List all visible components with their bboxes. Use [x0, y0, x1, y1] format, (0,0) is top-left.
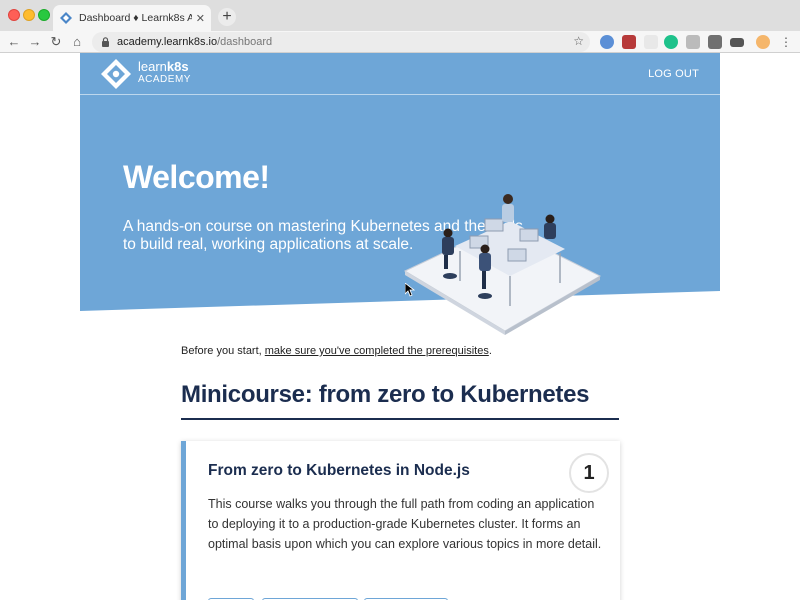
home-icon[interactable]: ⌂ [69, 34, 85, 50]
prerequisites-link[interactable]: make sure you've completed the prerequis… [265, 345, 489, 357]
logo-wordmark[interactable]: learnk8s ACADEMY [138, 59, 191, 86]
back-arrow-icon[interactable]: ← [6, 34, 22, 50]
forward-arrow-icon[interactable]: → [27, 34, 43, 50]
close-window-button[interactable] [8, 9, 20, 21]
address-bar[interactable]: academy.learnk8s.io/dashboard ☆ [92, 32, 590, 52]
reload-icon[interactable]: ↻ [48, 34, 64, 50]
kubernetes-favicon-icon [60, 12, 72, 24]
camera-extension-icon[interactable] [730, 38, 744, 47]
url-host: academy.learnk8s.io [117, 36, 218, 48]
browser-tab-bar: Dashboard ♦ Learnk8s Academ ✕ + [0, 0, 800, 31]
course-card[interactable]: From zero to Kubernetes in Node.js 1 Thi… [181, 441, 620, 600]
grid-extension-icon[interactable] [708, 35, 722, 49]
logo-subtitle: ACADEMY [138, 74, 191, 85]
extension-icon[interactable] [644, 35, 658, 49]
minimize-window-button[interactable] [23, 9, 35, 21]
site-header: learnk8s ACADEMY LOG OUT [80, 53, 720, 95]
browser-toolbar: ← → ↻ ⌂ academy.learnk8s.io/dashboard ☆ … [0, 31, 800, 53]
prereq-suffix: . [488, 345, 492, 357]
logo-text-learn: learn [138, 59, 167, 74]
extension-icon[interactable] [600, 35, 614, 49]
hero-title: Welcome! [123, 159, 270, 195]
lock-icon [102, 37, 109, 47]
mouse-cursor-icon [405, 283, 415, 297]
maximize-window-button[interactable] [38, 9, 50, 21]
tab-title: Dashboard ♦ Learnk8s Academ [79, 12, 192, 24]
ublock-extension-icon[interactable] [622, 35, 636, 49]
browser-tab-dashboard[interactable]: Dashboard ♦ Learnk8s Academ ✕ [53, 5, 211, 31]
section-title: Minicourse: from zero to Kubernetes [181, 381, 590, 408]
bookmark-star-icon[interactable]: ☆ [573, 34, 584, 48]
url-path: /dashboard [217, 36, 273, 48]
prerequisites-note: Before you start, make sure you've compl… [181, 345, 492, 357]
course-description: This course walks you through the full p… [208, 497, 602, 551]
logout-link[interactable]: LOG OUT [648, 68, 699, 80]
grammarly-extension-icon[interactable] [664, 35, 678, 49]
new-tab-button[interactable]: + [218, 8, 236, 26]
profile-avatar[interactable] [756, 35, 770, 49]
office-team-illustration [403, 194, 602, 335]
learnk8s-logo-icon[interactable] [100, 58, 132, 90]
prereq-prefix: Before you start, [181, 345, 265, 357]
menu-dots-icon[interactable]: ⋮ [778, 34, 794, 50]
page-content: learnk8s ACADEMY LOG OUT Welcome! A hand… [0, 53, 800, 600]
logo-text-k8s: k8s [166, 59, 189, 74]
close-tab-icon[interactable]: ✕ [196, 12, 205, 25]
extension-icon[interactable] [686, 35, 700, 49]
course-title[interactable]: From zero to Kubernetes in Node.js [208, 462, 470, 480]
section-divider [181, 418, 619, 420]
course-number-badge: 1 [569, 453, 609, 493]
